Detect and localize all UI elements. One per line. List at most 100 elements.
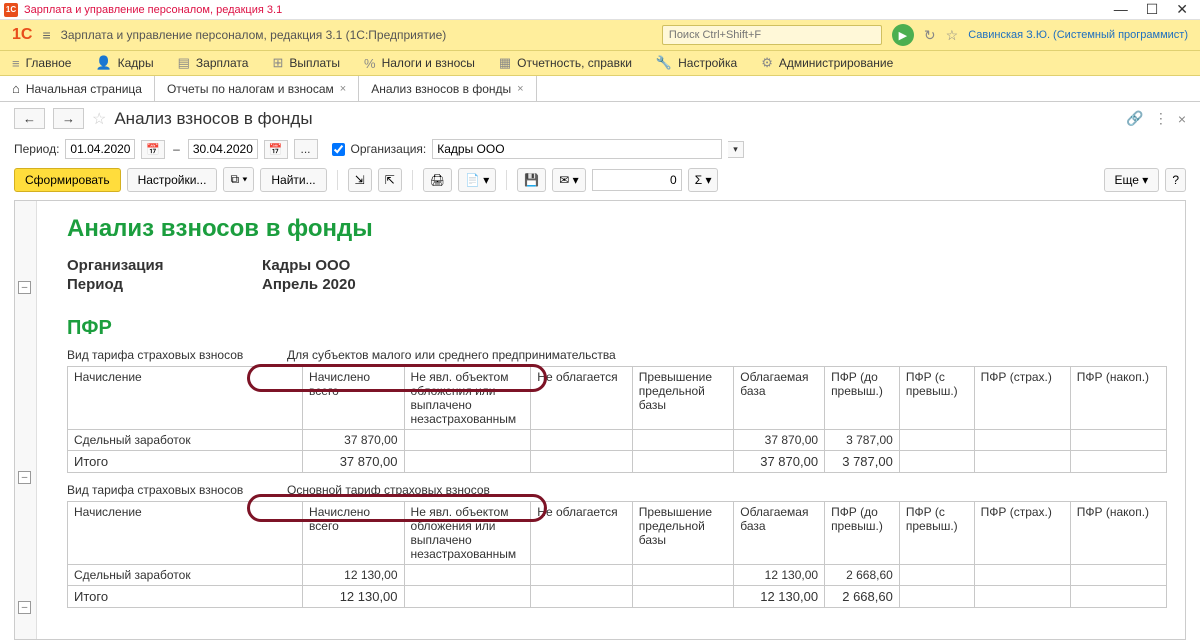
app-title: Зарплата и управление персоналом, редакц… [61,28,447,42]
variants-button[interactable]: ⧉ ▾ [223,167,254,192]
table-row: Сдельный заработок 12 130,00 12 130,00 2… [68,565,1167,586]
report-org-value: Кадры ООО [262,257,350,274]
number-input[interactable] [592,169,682,191]
collapse-toggle[interactable]: – [18,601,31,614]
sum-button[interactable]: Σ ▾ [688,168,719,192]
tab-funds-analysis[interactable]: Анализ взносов в фонды × [359,76,536,101]
collapse-button[interactable]: ⇱ [378,168,402,192]
section-pfr: ПФР [67,317,1155,340]
menu-taxes[interactable]: %Налоги и взносы [364,56,475,71]
close-page-icon[interactable]: × [1178,111,1186,127]
document-icon: ▤ [178,55,190,71]
report-period-value: Апрель 2020 [262,276,356,293]
favorite-icon[interactable]: ☆ [946,27,959,44]
clipboard-icon: ▦ [499,55,511,71]
menu-salary[interactable]: ▤Зарплата [178,55,249,71]
forward-button[interactable]: → [53,108,84,129]
table-total-row: Итого 37 870,00 37 870,00 3 787,00 [68,451,1167,473]
settings-button[interactable]: Настройки... [127,168,218,192]
date-from-input[interactable] [65,139,135,159]
calendar-from-button[interactable]: 📅 [141,140,165,159]
dash: – [171,142,182,156]
tab-label: Начальная страница [26,82,142,96]
page-title: Анализ взносов в фонды [114,109,312,129]
date-to-input[interactable] [188,139,258,159]
report-period-label: Период [67,276,262,293]
menu-reports[interactable]: ▦Отчетность, справки [499,55,632,71]
page-header: ← → ☆ Анализ взносов в фонды 🔗 ⋮ × [0,102,1200,135]
collapse-toggle[interactable]: – [18,471,31,484]
find-button[interactable]: Найти... [260,168,326,192]
tariff-row-1: Вид тарифа страховых взносов Для субъект… [67,348,1155,362]
money-icon: ⊞ [272,55,283,71]
tab-home[interactable]: ⌂ Начальная страница [0,76,155,101]
tariff-label: Вид тарифа страховых взносов [67,483,287,497]
search-box [662,25,882,45]
menu-payments[interactable]: ⊞Выплаты [272,55,340,71]
save-button[interactable]: 💾 [517,168,546,192]
back-button[interactable]: ← [14,108,45,129]
tariff-label: Вид тарифа страховых взносов [67,348,287,362]
tariff-row-2: Вид тарифа страховых взносов Основной та… [67,483,1155,497]
user-link[interactable]: Савинская З.Ю. (Системный программист) [968,29,1188,41]
minimize-icon[interactable]: — [1114,1,1128,18]
tariff-value-1: Для субъектов малого или среднего предпр… [287,348,616,362]
print-button[interactable]: 🖨 [423,168,452,192]
expand-button[interactable]: ⇲ [348,168,372,192]
more-button[interactable]: Еще ▾ [1104,168,1160,192]
history-icon[interactable]: ↻ [924,27,936,44]
maximize-icon[interactable]: ☐ [1146,1,1159,18]
collapse-toggle[interactable]: – [18,281,31,294]
report-org-label: Организация [67,257,262,274]
menu-main[interactable]: ≡Главное [12,56,71,71]
title-bar: 1С Зарплата и управление персоналом, ред… [0,0,1200,20]
table-row: Сдельный заработок 37 870,00 37 870,00 3… [68,430,1167,451]
menu-settings[interactable]: 🔧Настройка [656,55,737,71]
outline-column: – – – [15,201,37,639]
person-icon: 👤 [95,55,111,71]
org-input[interactable] [432,139,722,159]
report-title: Анализ взносов в фонды [67,215,1155,243]
tab-tax-reports[interactable]: Отчеты по налогам и взносам × [155,76,359,101]
close-icon[interactable]: ✕ [1176,1,1188,18]
data-table-2: Начисление Начислено всего Не явл. объек… [67,501,1167,608]
filter-bar: Период: 📅 – 📅 ... Организация: ▾ [0,135,1200,163]
data-table-1: Начисление Начислено всего Не явл. объек… [67,366,1167,473]
period-select-button[interactable]: ... [294,139,318,159]
window-title: Зарплата и управление персоналом, редакц… [24,4,282,16]
window-controls: — ☐ ✕ [1114,1,1196,18]
org-dropdown-button[interactable]: ▾ [728,141,744,158]
tariff-value-2: Основной тариф страховых взносов [287,483,490,497]
gear-icon: ⚙ [761,55,773,71]
report-area: – – – Анализ взносов в фонды Организация… [14,200,1186,640]
tab-label: Анализ взносов в фонды [371,82,511,96]
more-icon[interactable]: ⋮ [1154,110,1168,127]
tab-close-icon[interactable]: × [517,83,523,95]
table-header-row: Начисление Начислено всего Не явл. объек… [68,502,1167,565]
menu-personnel[interactable]: 👤Кадры [95,55,153,71]
star-icon[interactable]: ☆ [92,109,106,129]
app-header: 1С ≡ Зарплата и управление персоналом, р… [0,20,1200,51]
logo-1c-icon: 1С [12,26,32,44]
search-input[interactable] [662,25,882,45]
table-total-row: Итого 12 130,00 12 130,00 2 668,60 [68,586,1167,608]
form-button[interactable]: Сформировать [14,168,121,192]
table-header-row: Начисление Начислено всего Не явл. объек… [68,367,1167,430]
app-logo-icon: 1С [4,3,18,17]
link-icon[interactable]: 🔗 [1126,110,1143,127]
tab-close-icon[interactable]: × [340,83,346,95]
main-menu: ≡Главное 👤Кадры ▤Зарплата ⊞Выплаты %Нало… [0,51,1200,76]
tab-label: Отчеты по налогам и взносам [167,82,334,96]
menu-admin[interactable]: ⚙Администрирование [761,55,893,71]
percent-icon: % [364,56,376,71]
help-button[interactable]: ? [1165,168,1186,192]
print-menu-button[interactable]: 📄 ▾ [458,168,496,192]
menu-main-icon: ≡ [12,56,20,71]
run-button[interactable]: ▶ [892,24,914,46]
burger-icon[interactable]: ≡ [42,27,50,43]
calendar-to-button[interactable]: 📅 [264,140,288,159]
wrench-icon: 🔧 [656,55,672,71]
mail-button[interactable]: ✉ ▾ [552,168,585,192]
org-checkbox[interactable] [332,143,345,156]
report-content: Анализ взносов в фонды Организация Кадры… [37,201,1185,622]
